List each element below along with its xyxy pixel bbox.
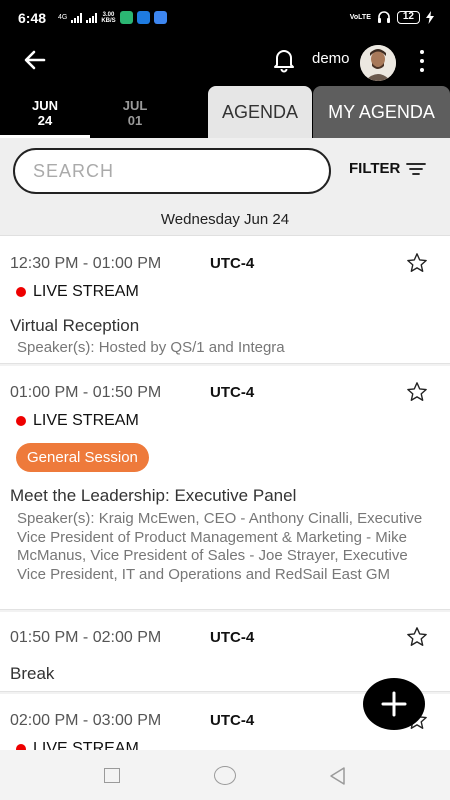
date-tab-month: JUL: [122, 98, 148, 113]
charging-icon: [426, 10, 434, 24]
session-type-badge[interactable]: General Session: [16, 443, 149, 472]
session-time: 02:00 PM - 03:00 PM: [10, 712, 162, 729]
favorite-star-icon[interactable]: [406, 626, 428, 648]
search-input[interactable]: SEARCH: [13, 148, 331, 194]
date-tab-jun-24[interactable]: JUN 24: [0, 86, 90, 138]
notification-bell-icon[interactable]: [270, 45, 298, 73]
signal-icon-2: [86, 12, 98, 23]
net-speed: 3.00 KB/S: [101, 12, 115, 24]
volte-label: VoLTE: [349, 13, 371, 21]
date-tab-day: 01: [127, 113, 143, 128]
date-tab-jul-01[interactable]: JUL 01: [90, 86, 180, 138]
live-stream-text: LIVE STREAM: [33, 283, 139, 300]
session-list[interactable]: 12:30 PM - 01:00 PM UTC-4 LIVE STREAM Vi…: [0, 236, 450, 750]
session-timezone: UTC-4: [210, 384, 255, 401]
live-stream-label: LIVE STREAM: [16, 283, 139, 301]
status-bar: 6:48 4G 3.00 KB/S VoLTE 12: [0, 0, 450, 36]
session-speakers: Speaker(s): Kraig McEwen, CEO - Anthony …: [17, 510, 423, 583]
user-name[interactable]: demo: [312, 50, 350, 67]
back-arrow-icon[interactable]: [22, 46, 50, 74]
battery-indicator: 12: [396, 10, 420, 24]
session-speakers: Speaker(s): Hosted by QS/1 and Integra: [17, 339, 285, 356]
net-speed-unit: KB/S: [101, 17, 116, 24]
session-card[interactable]: 01:00 PM - 01:50 PM UTC-4 LIVE STREAM Ge…: [0, 366, 450, 610]
session-title[interactable]: Break: [10, 664, 54, 684]
recent-apps-icon[interactable]: [104, 768, 120, 783]
date-header: Wednesday Jun 24: [0, 204, 450, 236]
session-time: 01:00 PM - 01:50 PM: [10, 384, 162, 401]
search-area: SEARCH FILTER: [0, 138, 450, 204]
live-stream-text: LIVE STREAM: [33, 740, 139, 750]
date-tab-day: 24: [37, 113, 53, 128]
session-timezone: UTC-4: [210, 255, 255, 272]
avatar[interactable]: [360, 45, 396, 81]
filter-icon: [406, 162, 427, 175]
tab-my-agenda[interactable]: MY AGENDA: [313, 86, 450, 138]
filter-label: FILTER: [349, 160, 401, 177]
nav-back-icon[interactable]: [328, 766, 346, 786]
filter-button[interactable]: FILTER: [349, 160, 427, 177]
home-icon[interactable]: [214, 766, 236, 785]
session-timezone: UTC-4: [210, 629, 255, 646]
session-card[interactable]: 12:30 PM - 01:00 PM UTC-4 LIVE STREAM Vi…: [0, 236, 450, 364]
headphones-icon: [377, 11, 390, 23]
live-dot-icon: [16, 287, 26, 297]
tabs-row: JUN 24 JUL 01 AGENDA MY AGENDA: [0, 86, 450, 138]
signal-icon: [71, 12, 83, 23]
date-tab-month: JUN: [31, 98, 58, 113]
session-timezone: UTC-4: [210, 712, 255, 729]
status-left-icons: 4G 3.00 KB/S: [58, 11, 167, 24]
status-right-icons: VoLTE 12: [350, 10, 434, 24]
session-title[interactable]: Virtual Reception: [10, 316, 139, 336]
tab-agenda[interactable]: AGENDA: [208, 86, 312, 138]
live-stream-label: LIVE STREAM: [16, 412, 139, 430]
plus-icon: [381, 691, 407, 717]
settings-app-icon: [136, 11, 150, 24]
status-time: 6:48: [18, 10, 47, 26]
favorite-star-icon[interactable]: [406, 252, 428, 274]
system-nav-bar: [0, 750, 450, 800]
live-stream-text: LIVE STREAM: [33, 412, 139, 429]
live-dot-icon: [16, 416, 26, 426]
live-stream-label: LIVE STREAM: [16, 740, 139, 750]
favorite-star-icon[interactable]: [406, 381, 428, 403]
store-app-icon: [153, 11, 167, 24]
session-title[interactable]: Meet the Leadership: Executive Panel: [10, 486, 296, 506]
session-time: 12:30 PM - 01:00 PM: [10, 255, 162, 272]
app-header: demo: [0, 36, 450, 86]
avatar-image: [360, 45, 396, 81]
session-time: 01:50 PM - 02:00 PM: [10, 629, 162, 646]
add-button[interactable]: [363, 678, 425, 730]
chat-app-icon: [119, 11, 133, 24]
signal-label: 4G: [58, 14, 68, 21]
more-options-icon[interactable]: [414, 48, 430, 74]
